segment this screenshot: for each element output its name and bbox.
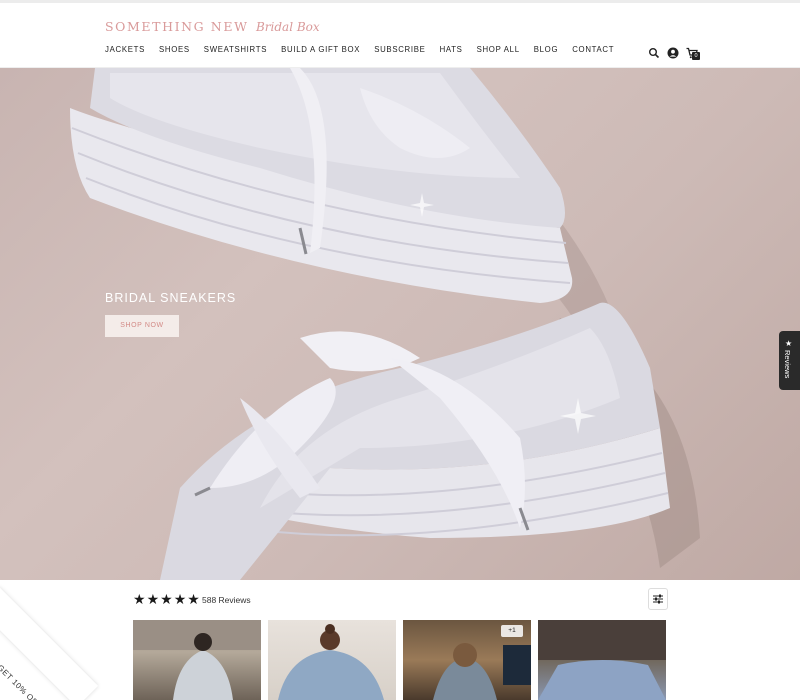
account-icon[interactable] — [667, 46, 679, 59]
review-photo[interactable] — [268, 620, 396, 700]
logo-script-text: Bridal Box — [255, 20, 320, 34]
nav-item-shoes[interactable]: SHOES — [159, 45, 190, 54]
main-nav: JACKETS SHOES SWEATSHIRTS BUILD A GIFT B… — [105, 45, 628, 54]
review-count[interactable]: 588 Reviews — [202, 595, 251, 605]
nav-item-shop-all[interactable]: SHOP ALL — [477, 45, 520, 54]
nav-item-subscribe[interactable]: SUBSCRIBE — [374, 45, 425, 54]
review-photo-grid: +1 — [133, 620, 667, 700]
hero-title: BRIDAL SNEAKERS — [105, 291, 237, 305]
nav-item-build-a-gift-box[interactable]: BUILD A GIFT BOX — [281, 45, 360, 54]
reviews-tab-label: Reviews — [783, 350, 792, 379]
star-icon: ★ — [785, 339, 793, 348]
multiple-photos-badge: +1 — [501, 625, 523, 637]
rating-stars[interactable]: ★ ★ ★ ★ ★ — [133, 592, 200, 606]
nav-item-sweatshirts[interactable]: SWEATSHIRTS — [204, 45, 267, 54]
star-icon: ★ — [173, 591, 187, 607]
search-icon[interactable] — [648, 46, 660, 59]
star-icon: ★ — [146, 591, 160, 607]
header-icons: 0 — [648, 46, 700, 60]
discount-tab-label[interactable]: GET 10% OFF — [0, 663, 43, 700]
review-photo[interactable]: +1 — [403, 620, 531, 700]
cart-icon[interactable]: 0 — [686, 46, 700, 60]
filter-sliders-icon — [653, 594, 663, 604]
nav-item-jackets[interactable]: JACKETS — [105, 45, 145, 54]
filter-button[interactable] — [648, 588, 668, 610]
reviews-summary-bar: ★ ★ ★ ★ ★ 588 Reviews — [133, 588, 668, 614]
review-photo[interactable] — [133, 620, 261, 700]
nav-item-contact[interactable]: CONTACT — [572, 45, 614, 54]
reviews-side-tab[interactable]: ★ Reviews — [779, 331, 800, 390]
site-logo[interactable]: SOMETHING NEW Bridal Box — [105, 18, 320, 40]
site-header: SOMETHING NEW Bridal Box JACKETS SHOES S… — [0, 3, 800, 68]
shop-now-button[interactable]: SHOP NOW — [105, 315, 179, 337]
hero-banner[interactable]: BRIDAL SNEAKERS SHOP NOW — [0, 68, 800, 580]
star-icon: ★ — [187, 591, 200, 607]
nav-item-hats[interactable]: HATS — [440, 45, 463, 54]
star-icon: ★ — [160, 591, 173, 607]
nav-item-blog[interactable]: BLOG — [534, 45, 558, 54]
review-photo[interactable] — [538, 620, 666, 700]
star-icon: ★ — [133, 591, 146, 607]
cart-count-badge: 0 — [692, 52, 700, 60]
logo-main-text: SOMETHING NEW — [105, 19, 249, 34]
